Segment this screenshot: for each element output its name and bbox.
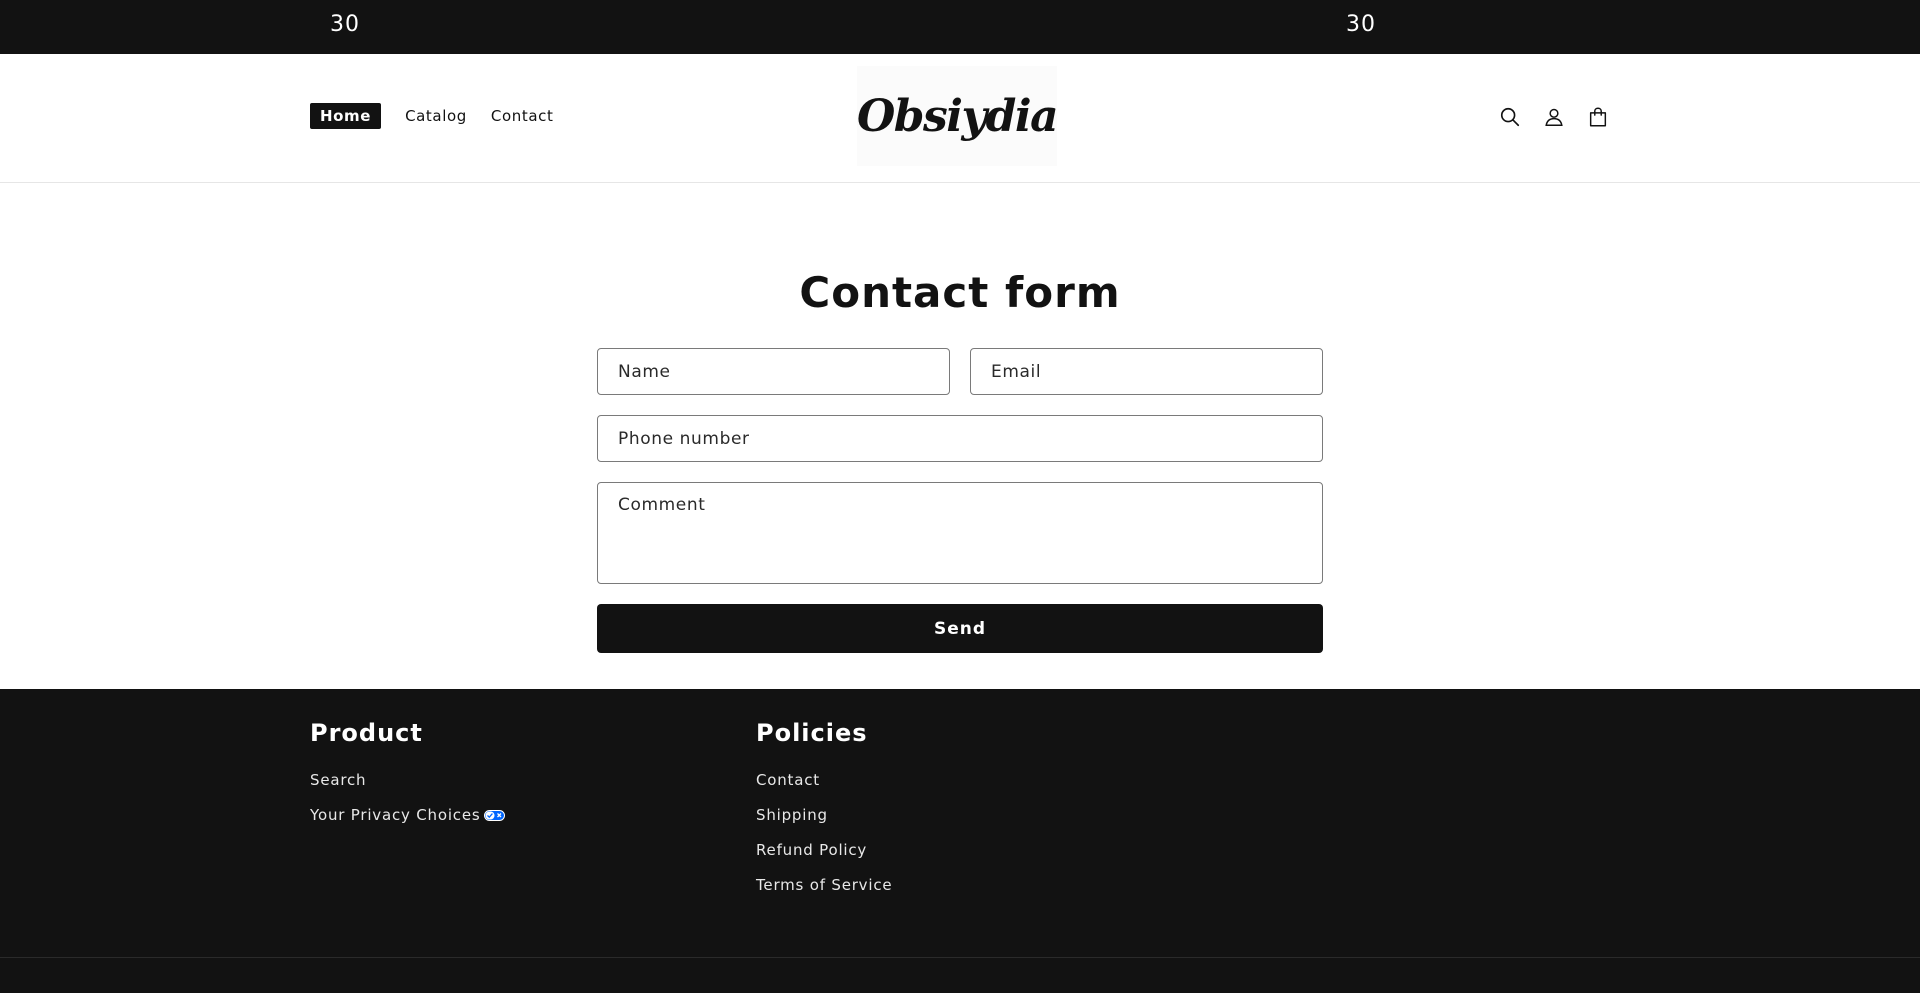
- footer-column-product: Product Search Your Privacy Choices: [310, 719, 506, 839]
- nav-item-home[interactable]: Home: [310, 103, 382, 129]
- cart-icon[interactable]: [1585, 104, 1611, 130]
- account-icon[interactable]: [1541, 104, 1567, 130]
- send-button[interactable]: Send: [597, 604, 1323, 653]
- logo: Obsiydia: [856, 90, 1059, 142]
- privacy-choices-icon: [484, 810, 506, 821]
- footer-link-shipping[interactable]: Shipping: [756, 804, 892, 839]
- logo-link[interactable]: Obsiydia: [856, 66, 1059, 166]
- footer-divider: [0, 957, 1920, 958]
- search-icon[interactable]: [1497, 104, 1523, 130]
- announcement-bar: 30 30: [0, 0, 1920, 54]
- header-icons: [1497, 104, 1629, 130]
- footer-link-refund-policy[interactable]: Refund Policy: [756, 839, 892, 874]
- phone-input[interactable]: [597, 415, 1323, 462]
- site-footer: Product Search Your Privacy Choices Poli…: [0, 689, 1920, 993]
- footer-link-contact[interactable]: Contact: [756, 769, 892, 804]
- name-input[interactable]: [597, 348, 950, 395]
- footer-heading-product: Product: [310, 719, 423, 747]
- announcement-text-right: 30: [1346, 12, 1376, 37]
- footer-heading-policies: Policies: [756, 719, 868, 747]
- main-nav: Home Catalog Contact: [310, 103, 577, 129]
- page-title: Contact form: [799, 268, 1121, 317]
- contact-section: Contact form Send: [0, 183, 1920, 689]
- footer-link-search[interactable]: Search: [310, 769, 505, 804]
- nav-item-contact[interactable]: Contact: [491, 103, 554, 129]
- email-input[interactable]: [970, 348, 1323, 395]
- footer-link-terms-of-service[interactable]: Terms of Service: [756, 874, 892, 909]
- footer-link-privacy-choices[interactable]: Your Privacy Choices: [310, 804, 506, 839]
- footer-link-privacy-label: Your Privacy Choices: [310, 806, 481, 824]
- footer-column-policies: Policies Contact Shipping Refund Policy …: [756, 719, 892, 909]
- nav-item-catalog[interactable]: Catalog: [405, 103, 467, 129]
- comment-textarea[interactable]: [597, 482, 1323, 584]
- announcement-text-left: 30: [330, 12, 360, 37]
- site-header: Home Catalog Contact Obsiydia: [0, 54, 1920, 183]
